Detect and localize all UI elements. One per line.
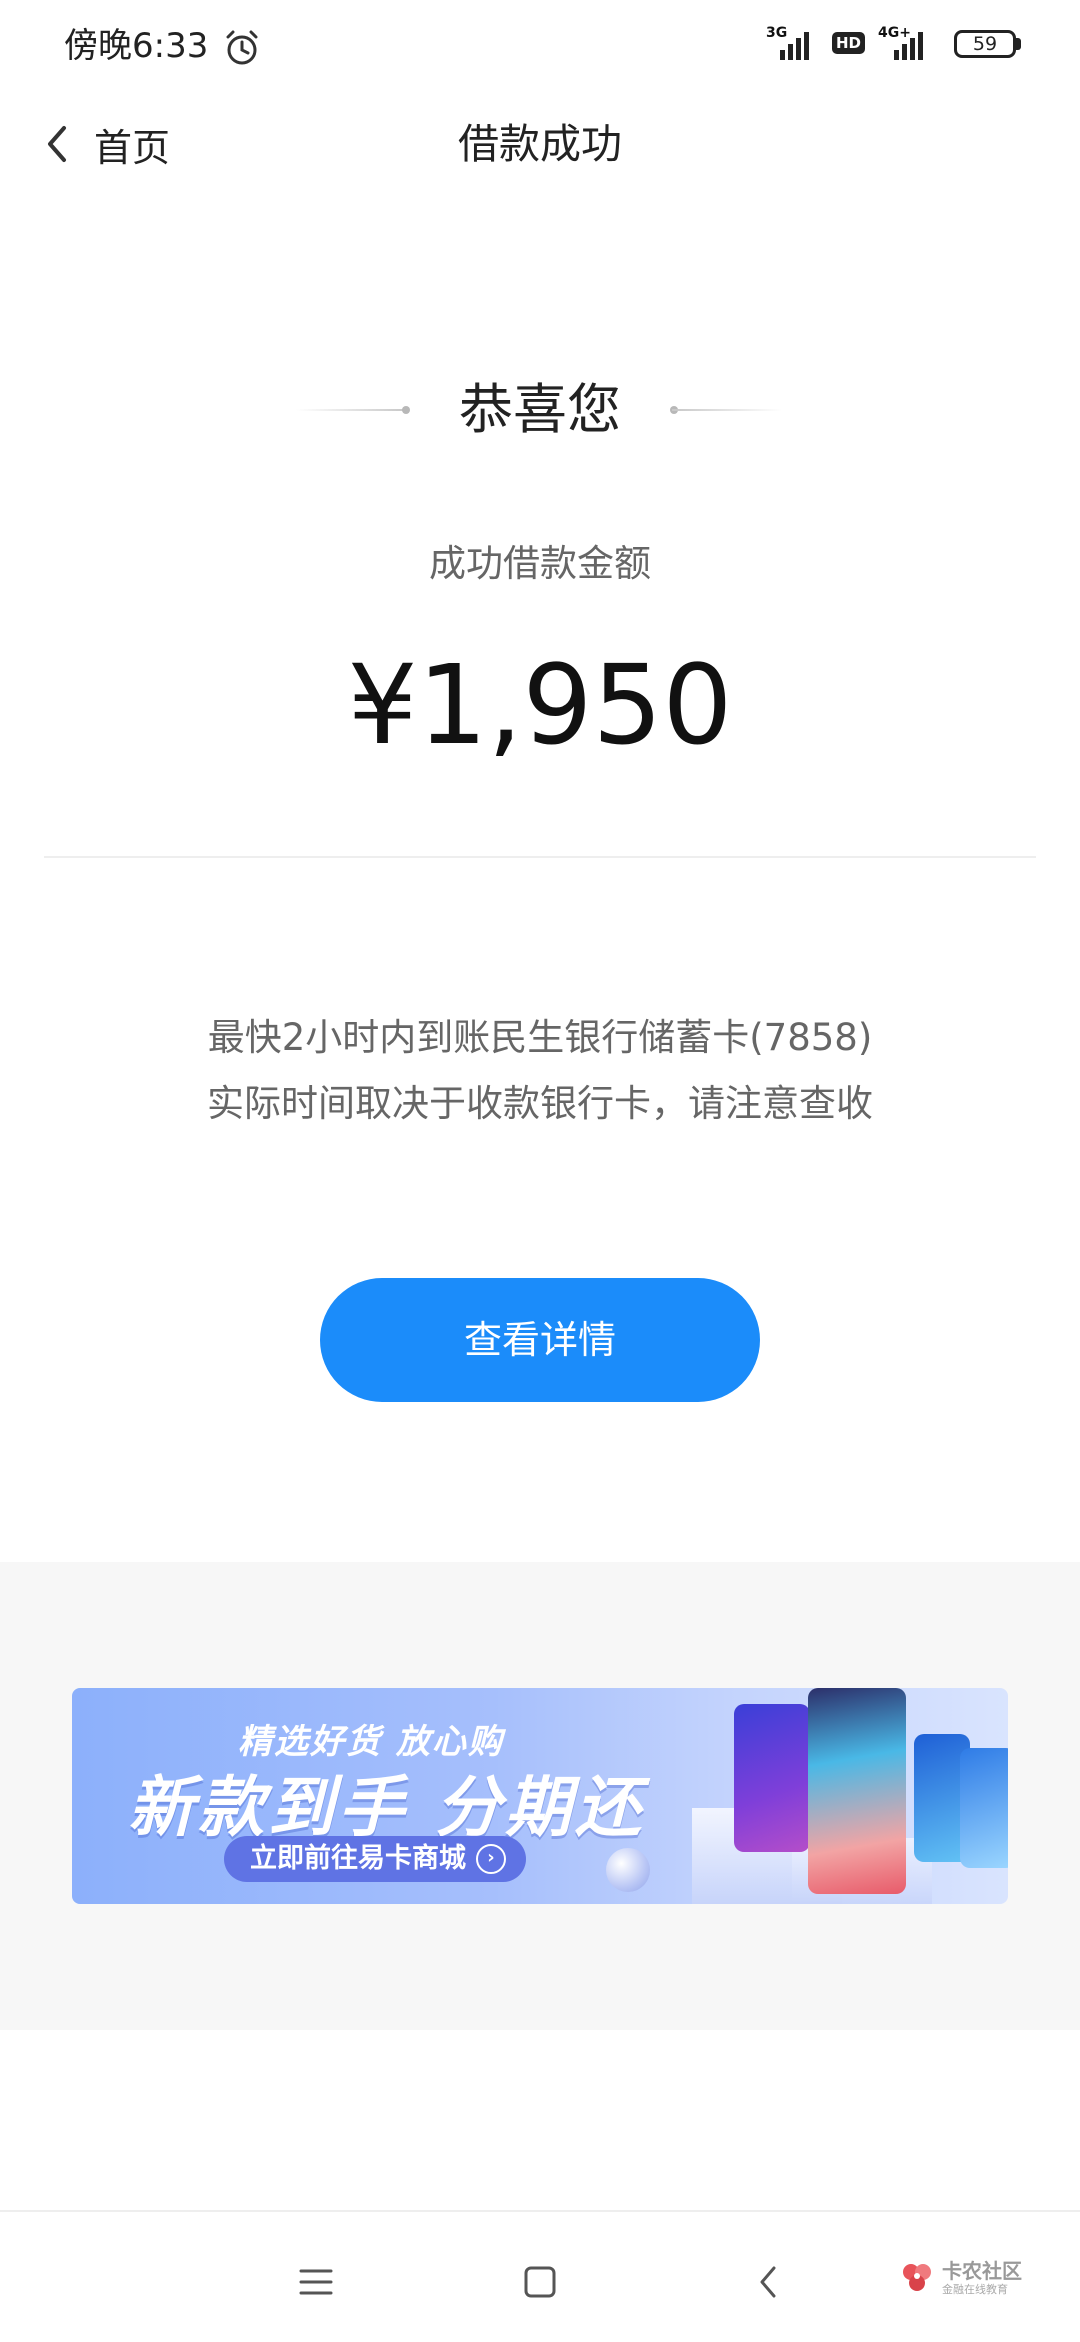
promo-banner[interactable]: 精选好货 放心购 新款到手 分期还 立即前往易卡商城 › [72, 1688, 1008, 1904]
battery-tip [1016, 38, 1021, 50]
congrats-text: 恭喜您 [459, 378, 621, 441]
chevron-right-circle-icon: › [476, 1844, 506, 1874]
banner-cta-button[interactable]: 立即前往易卡商城 › [224, 1836, 526, 1882]
system-back-button[interactable] [738, 2252, 798, 2312]
square-home-icon [524, 2266, 556, 2298]
watermark-subtitle: 金融在线教育 [942, 2283, 1008, 2296]
status-bar: 傍晚6:33 3G HD 4G+ 59 [0, 0, 1080, 92]
status-time: 傍晚6:33 [64, 26, 209, 66]
watermark: 卡农社区 金融在线教育 [900, 2250, 1022, 2306]
back-label: 首页 [94, 125, 171, 170]
divider [44, 856, 1036, 858]
congrats-heading: 恭喜您 [0, 375, 1080, 445]
alarm-clock-icon [222, 28, 262, 68]
amount-label: 成功借款金额 [429, 542, 651, 585]
watermark-title: 卡农社区 [942, 2259, 1022, 2283]
home-button[interactable] [510, 2252, 570, 2312]
sphere-decoration [606, 1848, 650, 1892]
watermark-text: 卡农社区 金融在线教育 [942, 2259, 1022, 2297]
battery-icon: 59 [954, 30, 1016, 58]
menu-button[interactable] [286, 2252, 346, 2312]
watermark-logo-icon [903, 2264, 931, 2291]
banner-cta-label: 立即前往易卡商城 [250, 1843, 466, 1874]
back-button[interactable]: 首页 [40, 112, 170, 176]
chevron-left-icon [48, 126, 66, 162]
phone-image [960, 1748, 1008, 1868]
loan-amount: ¥1,950 [347, 641, 733, 769]
hd-badge: HD [832, 32, 866, 54]
battery-level: 59 [972, 33, 998, 55]
arrival-note: 实际时间取决于收款银行卡，请注意查收 [207, 1082, 873, 1125]
signal-indicators: 3G HD 4G+ 59 [766, 24, 1026, 66]
signal-bars-icon [780, 24, 809, 60]
phone-image [808, 1688, 906, 1894]
decorative-line-right [672, 409, 782, 411]
arrival-info: 最快2小时内到账民生银行储蓄卡(7858) [207, 1016, 873, 1059]
signal-bars-2-icon [894, 24, 923, 60]
phone-image [734, 1704, 810, 1852]
view-details-button[interactable]: 查看详情 [320, 1278, 760, 1402]
chevron-left-icon [760, 2266, 776, 2298]
menu-icon [299, 2269, 333, 2295]
